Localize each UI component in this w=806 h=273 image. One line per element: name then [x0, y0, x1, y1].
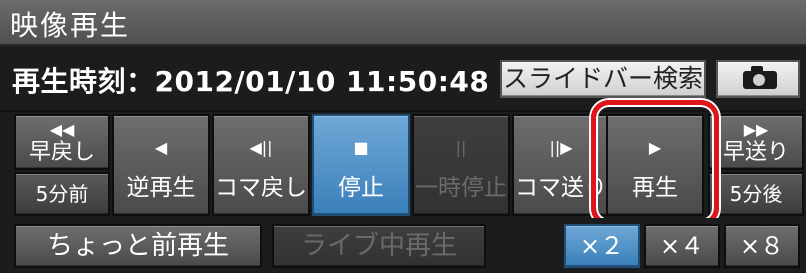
slider-search-button[interactable]: スライドバー検索 — [500, 60, 706, 98]
fast-forward-button[interactable]: ▶▶ 早送り — [708, 114, 804, 170]
play-button-highlight — [591, 100, 719, 226]
rewind-button[interactable]: ◀◀ 早戻し — [14, 114, 110, 170]
rewind-label: 早戻し — [28, 140, 95, 165]
window-title: 映像再生 — [10, 9, 131, 42]
recent-play-button[interactable]: ちょっと前再生 — [14, 224, 262, 268]
speed-x4-label: ×４ — [659, 232, 705, 260]
fast-forward-label: 早送り — [722, 140, 789, 165]
rewind-5min-label: 5分前 — [35, 182, 89, 206]
frame-back-icon: ◀|| — [249, 138, 273, 157]
frame-back-button[interactable]: ◀|| コマ戻し — [212, 114, 310, 216]
rewind-5min-button[interactable]: 5分前 — [14, 172, 110, 216]
camera-icon — [743, 66, 777, 89]
reverse-play-button[interactable]: ◀ 逆再生 — [112, 114, 210, 216]
pause-button[interactable]: || 一時停止 — [412, 114, 510, 216]
rewind-icon: ◀◀ — [49, 120, 75, 139]
reverse-play-icon: ◀ — [154, 138, 168, 157]
frame-back-label: コマ戻し — [215, 175, 307, 201]
speed-x8-label: ×８ — [739, 232, 785, 260]
live-play-button[interactable]: ライブ中再生 — [272, 224, 486, 268]
recent-play-label: ちょっと前再生 — [46, 231, 229, 261]
speed-x4-button[interactable]: ×４ — [644, 224, 720, 268]
forward-5min-label: 5分後 — [729, 182, 783, 206]
speed-x2-label: ×２ — [579, 232, 625, 260]
live-play-label: ライブ中再生 — [300, 231, 457, 261]
stop-button[interactable]: ■ 停止 — [312, 114, 410, 216]
playback-time-label: 再生時刻：2012/01/10 11:50:48 — [12, 65, 490, 98]
slider-search-label: スライドバー検索 — [502, 64, 703, 93]
snapshot-button[interactable] — [716, 60, 800, 98]
pause-label: 一時停止 — [415, 175, 507, 201]
stop-label: 停止 — [338, 175, 384, 201]
forward-5min-button[interactable]: 5分後 — [708, 172, 804, 216]
speed-x8-button[interactable]: ×８ — [724, 224, 800, 268]
stop-icon: ■ — [353, 138, 369, 157]
reverse-play-label: 逆再生 — [126, 175, 196, 201]
title-bar: 映像再生 — [0, 0, 806, 46]
pause-icon: || — [455, 138, 467, 157]
speed-x2-button[interactable]: ×２ — [564, 224, 640, 268]
fast-forward-icon: ▶▶ — [743, 120, 769, 139]
video-playback-panel: 映像再生 再生時刻：2012/01/10 11:50:48 スライドバー検索 ◀… — [0, 0, 806, 273]
